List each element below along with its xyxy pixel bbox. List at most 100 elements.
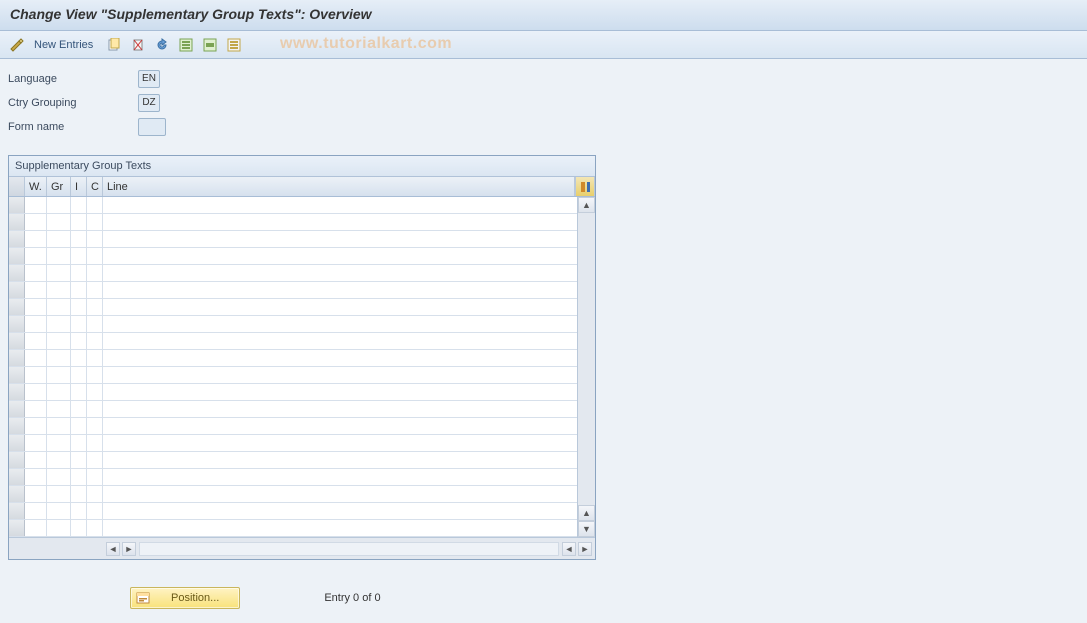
row-selector[interactable] xyxy=(9,197,25,213)
cell-c[interactable] xyxy=(87,435,103,451)
form-name-field[interactable] xyxy=(138,118,166,136)
row-selector[interactable] xyxy=(9,418,25,434)
cell-line[interactable] xyxy=(103,282,577,298)
cell-w[interactable] xyxy=(25,231,47,247)
cell-gr[interactable] xyxy=(47,197,71,213)
row-selector[interactable] xyxy=(9,333,25,349)
cell-w[interactable] xyxy=(25,316,47,332)
cell-gr[interactable] xyxy=(47,231,71,247)
cell-gr[interactable] xyxy=(47,435,71,451)
col-c[interactable]: C xyxy=(87,177,103,196)
cell-gr[interactable] xyxy=(47,520,71,536)
cell-w[interactable] xyxy=(25,248,47,264)
col-selector[interactable] xyxy=(9,177,25,196)
cell-line[interactable] xyxy=(103,418,577,434)
cell-c[interactable] xyxy=(87,469,103,485)
table-row[interactable] xyxy=(9,316,577,333)
cell-line[interactable] xyxy=(103,367,577,383)
cell-w[interactable] xyxy=(25,367,47,383)
cell-c[interactable] xyxy=(87,384,103,400)
cell-i[interactable] xyxy=(71,384,87,400)
cell-c[interactable] xyxy=(87,486,103,502)
row-selector[interactable] xyxy=(9,469,25,485)
cell-i[interactable] xyxy=(71,197,87,213)
cell-line[interactable] xyxy=(103,452,577,468)
cell-i[interactable] xyxy=(71,333,87,349)
table-row[interactable] xyxy=(9,520,577,537)
cell-line[interactable] xyxy=(103,248,577,264)
cell-w[interactable] xyxy=(25,299,47,315)
cell-line[interactable] xyxy=(103,231,577,247)
cell-w[interactable] xyxy=(25,350,47,366)
cell-w[interactable] xyxy=(25,401,47,417)
row-selector[interactable] xyxy=(9,231,25,247)
cell-gr[interactable] xyxy=(47,214,71,230)
row-selector[interactable] xyxy=(9,214,25,230)
row-selector[interactable] xyxy=(9,435,25,451)
cell-w[interactable] xyxy=(25,418,47,434)
cell-line[interactable] xyxy=(103,350,577,366)
hscroll-right-icon[interactable]: ► xyxy=(122,542,136,556)
cell-gr[interactable] xyxy=(47,333,71,349)
cell-i[interactable] xyxy=(71,503,87,519)
cell-c[interactable] xyxy=(87,401,103,417)
table-row[interactable] xyxy=(9,282,577,299)
cell-line[interactable] xyxy=(103,214,577,230)
table-row[interactable] xyxy=(9,418,577,435)
cell-c[interactable] xyxy=(87,231,103,247)
cell-gr[interactable] xyxy=(47,299,71,315)
cell-c[interactable] xyxy=(87,418,103,434)
select-block-icon[interactable] xyxy=(201,36,219,54)
hscroll-left2-icon[interactable]: ◄ xyxy=(562,542,576,556)
scroll-down-icon[interactable]: ▲ xyxy=(578,505,595,521)
cell-gr[interactable] xyxy=(47,265,71,281)
cell-line[interactable] xyxy=(103,435,577,451)
table-row[interactable] xyxy=(9,350,577,367)
cell-c[interactable] xyxy=(87,299,103,315)
cell-i[interactable] xyxy=(71,316,87,332)
row-selector[interactable] xyxy=(9,503,25,519)
row-selector[interactable] xyxy=(9,299,25,315)
cell-gr[interactable] xyxy=(47,401,71,417)
cell-c[interactable] xyxy=(87,520,103,536)
cell-c[interactable] xyxy=(87,350,103,366)
cell-c[interactable] xyxy=(87,333,103,349)
cell-w[interactable] xyxy=(25,282,47,298)
cell-c[interactable] xyxy=(87,214,103,230)
cell-i[interactable] xyxy=(71,469,87,485)
cell-i[interactable] xyxy=(71,350,87,366)
cell-c[interactable] xyxy=(87,282,103,298)
cell-line[interactable] xyxy=(103,384,577,400)
cell-i[interactable] xyxy=(71,418,87,434)
new-entries-button[interactable]: New Entries xyxy=(34,39,93,51)
cell-i[interactable] xyxy=(71,248,87,264)
language-field[interactable]: EN xyxy=(138,70,160,88)
cell-w[interactable] xyxy=(25,214,47,230)
cell-w[interactable] xyxy=(25,333,47,349)
delete-icon[interactable] xyxy=(129,36,147,54)
cell-c[interactable] xyxy=(87,452,103,468)
table-row[interactable] xyxy=(9,367,577,384)
cell-i[interactable] xyxy=(71,435,87,451)
col-w[interactable]: W. xyxy=(25,177,47,196)
row-selector[interactable] xyxy=(9,452,25,468)
cell-c[interactable] xyxy=(87,367,103,383)
table-row[interactable] xyxy=(9,401,577,418)
cell-i[interactable] xyxy=(71,214,87,230)
copy-icon[interactable] xyxy=(105,36,123,54)
table-row[interactable] xyxy=(9,265,577,282)
cell-c[interactable] xyxy=(87,248,103,264)
cell-c[interactable] xyxy=(87,265,103,281)
cell-line[interactable] xyxy=(103,520,577,536)
position-button[interactable]: Position... xyxy=(130,587,240,609)
cell-c[interactable] xyxy=(87,503,103,519)
vertical-scrollbar[interactable]: ▲ ▲ ▼ xyxy=(577,197,595,537)
row-selector[interactable] xyxy=(9,248,25,264)
table-row[interactable] xyxy=(9,503,577,520)
cell-gr[interactable] xyxy=(47,248,71,264)
cell-i[interactable] xyxy=(71,367,87,383)
col-i[interactable]: I xyxy=(71,177,87,196)
cell-gr[interactable] xyxy=(47,469,71,485)
row-selector[interactable] xyxy=(9,350,25,366)
table-row[interactable] xyxy=(9,214,577,231)
